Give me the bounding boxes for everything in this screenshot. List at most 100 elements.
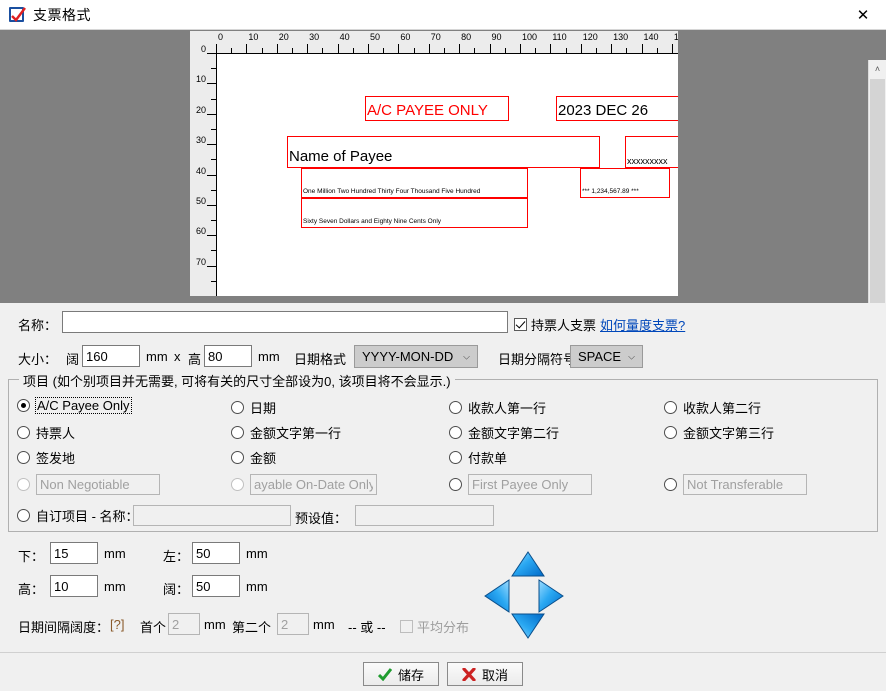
ruler-label: 100 <box>521 32 537 42</box>
even-distribution-row[interactable]: 平均分布 <box>400 617 469 636</box>
bearer-cheque-checkbox-row[interactable]: 持票人支票 <box>514 315 596 334</box>
ruler-label: 30 <box>195 135 206 146</box>
radio-indicator[interactable] <box>664 426 677 439</box>
radio-indicator[interactable] <box>449 401 462 414</box>
radio-payable-on-date-only[interactable] <box>231 474 377 495</box>
radio-amount[interactable]: 金额 <box>231 448 276 467</box>
radio-amount-words-line3[interactable]: 金额文字第三行 <box>664 423 774 442</box>
pos-height-unit: mm <box>104 579 126 594</box>
pos-left-input[interactable] <box>192 542 240 564</box>
size-label: 大小： <box>18 352 58 367</box>
move-left-icon[interactable] <box>484 579 510 613</box>
field-amount-figures: *** 1,234,567.89 *** <box>580 168 670 198</box>
radio-indicator[interactable] <box>17 426 30 439</box>
ruler-label: 120 <box>582 32 598 42</box>
position-arrow-pad <box>470 543 590 643</box>
scrollbar-thumb[interactable] <box>870 79 885 313</box>
radio-custom-item[interactable]: 自订项目 - 名称： <box>17 506 139 525</box>
radio-indicator[interactable] <box>449 451 462 464</box>
radio-non-negotiable[interactable] <box>17 474 160 495</box>
date-gap-second-unit: mm <box>313 617 335 632</box>
radio-first-payee-only[interactable] <box>449 474 592 495</box>
radio-not-transferable[interactable] <box>664 474 807 495</box>
radio-indicator[interactable] <box>231 478 244 491</box>
cheque-height-input[interactable] <box>204 345 252 367</box>
payable-on-date-only-input <box>250 474 377 495</box>
field-bearer: xxxxxxxxx <box>625 136 678 168</box>
field-payee-name: Name of Payee <box>287 136 600 168</box>
bearer-cheque-checkbox[interactable] <box>514 318 527 331</box>
preview-vertical-scrollbar[interactable]: ˄ ˅ <box>868 60 886 333</box>
pos-width-input[interactable] <box>192 575 240 597</box>
check-icon <box>377 667 392 681</box>
date-format-label: 日期格式 <box>294 352 347 367</box>
even-distribution-checkbox[interactable] <box>400 620 413 633</box>
move-up-icon[interactable] <box>511 551 545 577</box>
cancel-button[interactable]: 取消 <box>447 662 523 686</box>
even-distribution-label: 平均分布 <box>417 620 470 635</box>
date-format-select[interactable]: YYYY-MON-DD ⌵ <box>354 345 478 368</box>
scroll-up-icon[interactable]: ˄ <box>869 60 886 78</box>
date-gap-help-icon[interactable]: [?] <box>110 617 124 632</box>
ruler-tick <box>519 44 521 53</box>
pos-height-input[interactable] <box>50 575 98 597</box>
date-gap-first-unit: mm <box>204 617 226 632</box>
ruler-label: 140 <box>643 32 659 42</box>
custom-item-name-input[interactable] <box>133 505 291 526</box>
save-button[interactable]: 储存 <box>363 662 439 686</box>
radio-indicator[interactable] <box>664 401 677 414</box>
radio-indicator[interactable] <box>231 451 244 464</box>
radio-indicator[interactable] <box>231 401 244 414</box>
radio-amount-words-line2[interactable]: 金额文字第二行 <box>449 423 559 442</box>
radio-label: 金额文字第一行 <box>250 426 342 441</box>
ruler-tick <box>459 44 461 53</box>
radio-date[interactable]: 日期 <box>231 398 276 417</box>
radio-ac-payee-only[interactable]: A/C Payee Only <box>17 397 132 414</box>
chevron-down-icon: ⌵ <box>463 351 470 361</box>
move-down-icon[interactable] <box>511 613 545 639</box>
name-input[interactable] <box>62 311 508 333</box>
date-separator-value: SPACE <box>578 349 622 364</box>
radio-indicator[interactable] <box>17 451 30 464</box>
pos-width-unit: mm <box>246 579 268 594</box>
vertical-ruler: 0 10 20 30 40 50 60 70 <box>190 44 216 296</box>
ruler-label: 10 <box>195 74 206 85</box>
radio-label: 金额文字第二行 <box>468 426 560 441</box>
field-ac-payee-only: A/C PAYEE ONLY <box>365 96 509 121</box>
cheque-format-dialog: 支票格式 ✕ 0 10 20 30 40 50 60 70 80 90 100 110 120 130 14… <box>0 0 886 691</box>
radio-label: 金额文字第三行 <box>683 426 775 441</box>
cheque-preview-canvas[interactable]: 0 10 20 30 40 50 60 70 80 90 100 110 120 130 140 150 0 1… <box>190 31 678 296</box>
radio-place-of-issue[interactable]: 签发地 <box>17 448 75 467</box>
radio-bearer[interactable]: 持票人 <box>17 423 75 442</box>
cheque-width-input[interactable] <box>82 345 140 367</box>
custom-default-label: 预设值： <box>295 511 348 526</box>
pos-bottom-input[interactable] <box>50 542 98 564</box>
custom-item-label: 自订项目 - 名称： <box>36 509 139 524</box>
ruler-label: 70 <box>430 32 441 42</box>
radio-amount-words-line1[interactable]: 金额文字第一行 <box>231 423 341 442</box>
radio-indicator[interactable] <box>449 478 462 491</box>
cheque-paper: A/C PAYEE ONLY 2023 DEC 26 Name of Payee… <box>216 53 678 296</box>
radio-indicator[interactable] <box>231 426 244 439</box>
radio-label: 持票人 <box>36 426 76 441</box>
radio-payment-slip[interactable]: 付款单 <box>449 448 507 467</box>
ruler-label: 0 <box>200 44 206 54</box>
radio-indicator[interactable] <box>664 478 677 491</box>
custom-item-default-input[interactable] <box>355 505 494 526</box>
close-icon[interactable]: ✕ <box>840 0 886 29</box>
ruler-tick <box>216 44 217 53</box>
move-right-icon[interactable] <box>538 579 564 613</box>
radio-indicator[interactable] <box>17 509 30 522</box>
date-separator-select[interactable]: SPACE ⌵ <box>570 345 643 368</box>
ruler-label: 130 <box>613 32 629 42</box>
radio-payee-line2[interactable]: 收款人第二行 <box>664 398 761 417</box>
radio-label: 付款单 <box>468 451 508 466</box>
radio-indicator[interactable] <box>17 399 30 412</box>
how-to-measure-link[interactable]: 如何量度支票? <box>600 315 685 334</box>
ruler-label: 150 <box>673 32 678 42</box>
radio-payee-line1[interactable]: 收款人第一行 <box>449 398 546 417</box>
radio-indicator[interactable] <box>449 426 462 439</box>
ruler-label: 30 <box>309 32 320 42</box>
radio-indicator[interactable] <box>17 478 30 491</box>
ruler-tick <box>207 113 216 115</box>
